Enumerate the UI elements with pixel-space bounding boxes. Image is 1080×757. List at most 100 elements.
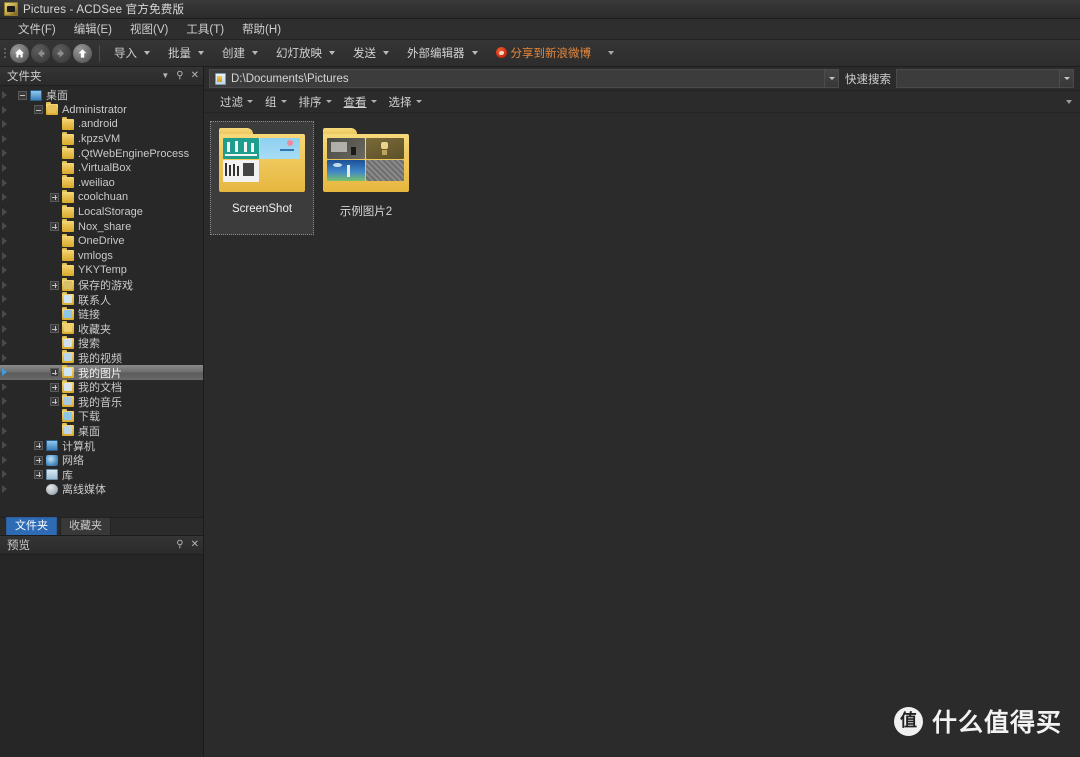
tree-bullet-icon xyxy=(2,353,7,362)
create-button[interactable]: 创建 xyxy=(215,42,265,65)
thumbnail-item[interactable]: ScreenShot xyxy=(210,121,314,235)
tab-favorites[interactable]: 收藏夹 xyxy=(60,517,111,535)
tree-item[interactable]: 离线媒体 xyxy=(0,482,203,497)
view-button[interactable]: 查看 xyxy=(338,92,383,112)
select-button[interactable]: 选择 xyxy=(383,92,428,112)
tree-item[interactable]: Nox_share xyxy=(0,219,203,234)
thumbnail-item[interactable]: 示例图片2 xyxy=(314,121,418,235)
menu-edit[interactable]: 编辑(E) xyxy=(65,19,121,40)
tree-item[interactable]: YKYTemp xyxy=(0,262,203,278)
tree-item[interactable]: .weiliao xyxy=(0,175,203,191)
menu-tools[interactable]: 工具(T) xyxy=(177,19,233,40)
filter-button[interactable]: 过滤 xyxy=(214,92,259,112)
folder-desktop-icon xyxy=(62,423,74,437)
folders-panel-title: 文件夹 xyxy=(7,71,42,83)
tab-folders[interactable]: 文件夹 xyxy=(6,517,57,535)
collapse-icon[interactable] xyxy=(34,105,43,115)
tree-item[interactable]: 我的图片 xyxy=(0,365,203,380)
tree-item[interactable]: 联系人 xyxy=(0,292,203,307)
group-label: 组 xyxy=(265,96,277,109)
forward-icon[interactable] xyxy=(52,43,71,63)
group-button[interactable]: 组 xyxy=(259,92,293,112)
tree-item[interactable]: 链接 xyxy=(0,306,203,322)
expand-icon[interactable] xyxy=(50,368,59,378)
tree-item[interactable]: Administrator xyxy=(0,102,203,118)
filter-label: 过滤 xyxy=(220,96,243,109)
address-dropdown-button[interactable] xyxy=(824,70,838,87)
home-icon[interactable] xyxy=(10,43,29,63)
toolbar-overflow-icon[interactable] xyxy=(608,51,614,55)
tree-item[interactable]: .kpzsVM xyxy=(0,131,203,147)
external-editor-button[interactable]: 外部编辑器 xyxy=(400,42,485,65)
expand-icon[interactable] xyxy=(50,382,59,392)
close-icon[interactable]: ✕ xyxy=(191,71,199,81)
tree-bullet-icon xyxy=(2,193,7,202)
menu-help[interactable]: 帮助(H) xyxy=(233,19,290,40)
expand-icon[interactable] xyxy=(34,470,43,480)
tree-item[interactable]: .QtWebEngineProcess xyxy=(0,146,203,161)
folder-overlay-icon xyxy=(64,353,72,362)
tree-item[interactable]: 下载 xyxy=(0,408,203,424)
tree-item-label: 离线媒体 xyxy=(62,484,106,497)
back-icon[interactable] xyxy=(31,43,50,63)
expand-icon[interactable] xyxy=(50,324,59,334)
menu-view[interactable]: 视图(V) xyxy=(121,19,177,40)
collapse-icon[interactable] xyxy=(18,90,27,100)
tree-item[interactable]: 库 xyxy=(0,467,203,482)
expand-icon[interactable] xyxy=(50,222,59,232)
menu-file[interactable]: 文件(F) xyxy=(9,19,65,40)
folder-overlay-icon xyxy=(64,382,72,391)
tree-item[interactable]: OneDrive xyxy=(0,233,203,249)
search-input[interactable] xyxy=(897,72,1059,85)
tree-item[interactable]: .VirtualBox xyxy=(0,160,203,176)
tree-item-label: 桌面 xyxy=(46,90,68,103)
tree-item-label: coolchuan xyxy=(78,191,129,204)
tree-item-label: 我的视频 xyxy=(78,352,122,365)
tree-bullet-icon xyxy=(2,149,7,158)
expand-icon[interactable] xyxy=(50,280,59,290)
toolbar-grip[interactable] xyxy=(3,45,8,61)
expand-icon[interactable] xyxy=(50,192,59,202)
tree-item[interactable]: 搜索 xyxy=(0,335,203,351)
tree-bullet-icon xyxy=(2,251,7,260)
pin-icon[interactable]: ⚲ xyxy=(176,540,183,550)
folder-overlay-icon xyxy=(64,280,72,289)
import-button[interactable]: 导入 xyxy=(107,42,157,65)
tree-item-label: .VirtualBox xyxy=(78,162,131,175)
search-field[interactable] xyxy=(896,69,1074,88)
tree-item[interactable]: LocalStorage xyxy=(0,204,203,220)
batch-button[interactable]: 批量 xyxy=(161,42,211,65)
thumbnail-grid[interactable]: ScreenShot 示例图片2 xyxy=(204,113,1080,757)
share-weibo-button[interactable]: 分享到新浪微博 xyxy=(489,42,599,65)
chevron-down-icon xyxy=(325,100,332,103)
tree-item[interactable]: 桌面 xyxy=(0,423,203,439)
sort-button[interactable]: 排序 xyxy=(293,92,338,112)
address-field[interactable]: D:\Documents\Pictures xyxy=(209,69,839,88)
pin-icon[interactable]: ⚲ xyxy=(176,71,183,81)
tree-item[interactable]: 我的文档 xyxy=(0,379,203,395)
chevron-down-icon[interactable]: ▼ xyxy=(161,72,169,80)
preview-tile xyxy=(366,160,404,181)
up-icon[interactable] xyxy=(73,43,92,63)
tree-item[interactable]: 计算机 xyxy=(0,438,203,453)
tree-item[interactable]: 我的视频 xyxy=(0,350,203,366)
tree-item[interactable]: 保存的游戏 xyxy=(0,277,203,293)
thumbnail-label: ScreenShot xyxy=(231,203,293,215)
tree-item[interactable]: .android xyxy=(0,116,203,132)
filter-overflow-icon[interactable] xyxy=(1066,99,1072,104)
send-button[interactable]: 发送 xyxy=(346,42,396,65)
close-icon[interactable]: ✕ xyxy=(191,540,199,550)
tree-item[interactable]: 收藏夹 xyxy=(0,321,203,337)
tree-item[interactable]: 我的音乐 xyxy=(0,394,203,409)
expand-icon[interactable] xyxy=(34,455,43,465)
expand-icon[interactable] xyxy=(34,441,43,451)
tree-item-label: LocalStorage xyxy=(78,206,143,219)
folder-tree[interactable]: 桌面 Administrator .android .kpzsVM .QtWebEngi… xyxy=(0,86,203,517)
expand-icon[interactable] xyxy=(50,397,59,407)
tree-item[interactable]: coolchuan xyxy=(0,189,203,205)
search-dropdown-button[interactable] xyxy=(1059,70,1073,87)
tree-item[interactable]: vmlogs xyxy=(0,248,203,264)
slideshow-button[interactable]: 幻灯放映 xyxy=(269,42,342,65)
tree-item[interactable]: 桌面 xyxy=(0,88,203,103)
tree-item[interactable]: 网络 xyxy=(0,453,203,468)
